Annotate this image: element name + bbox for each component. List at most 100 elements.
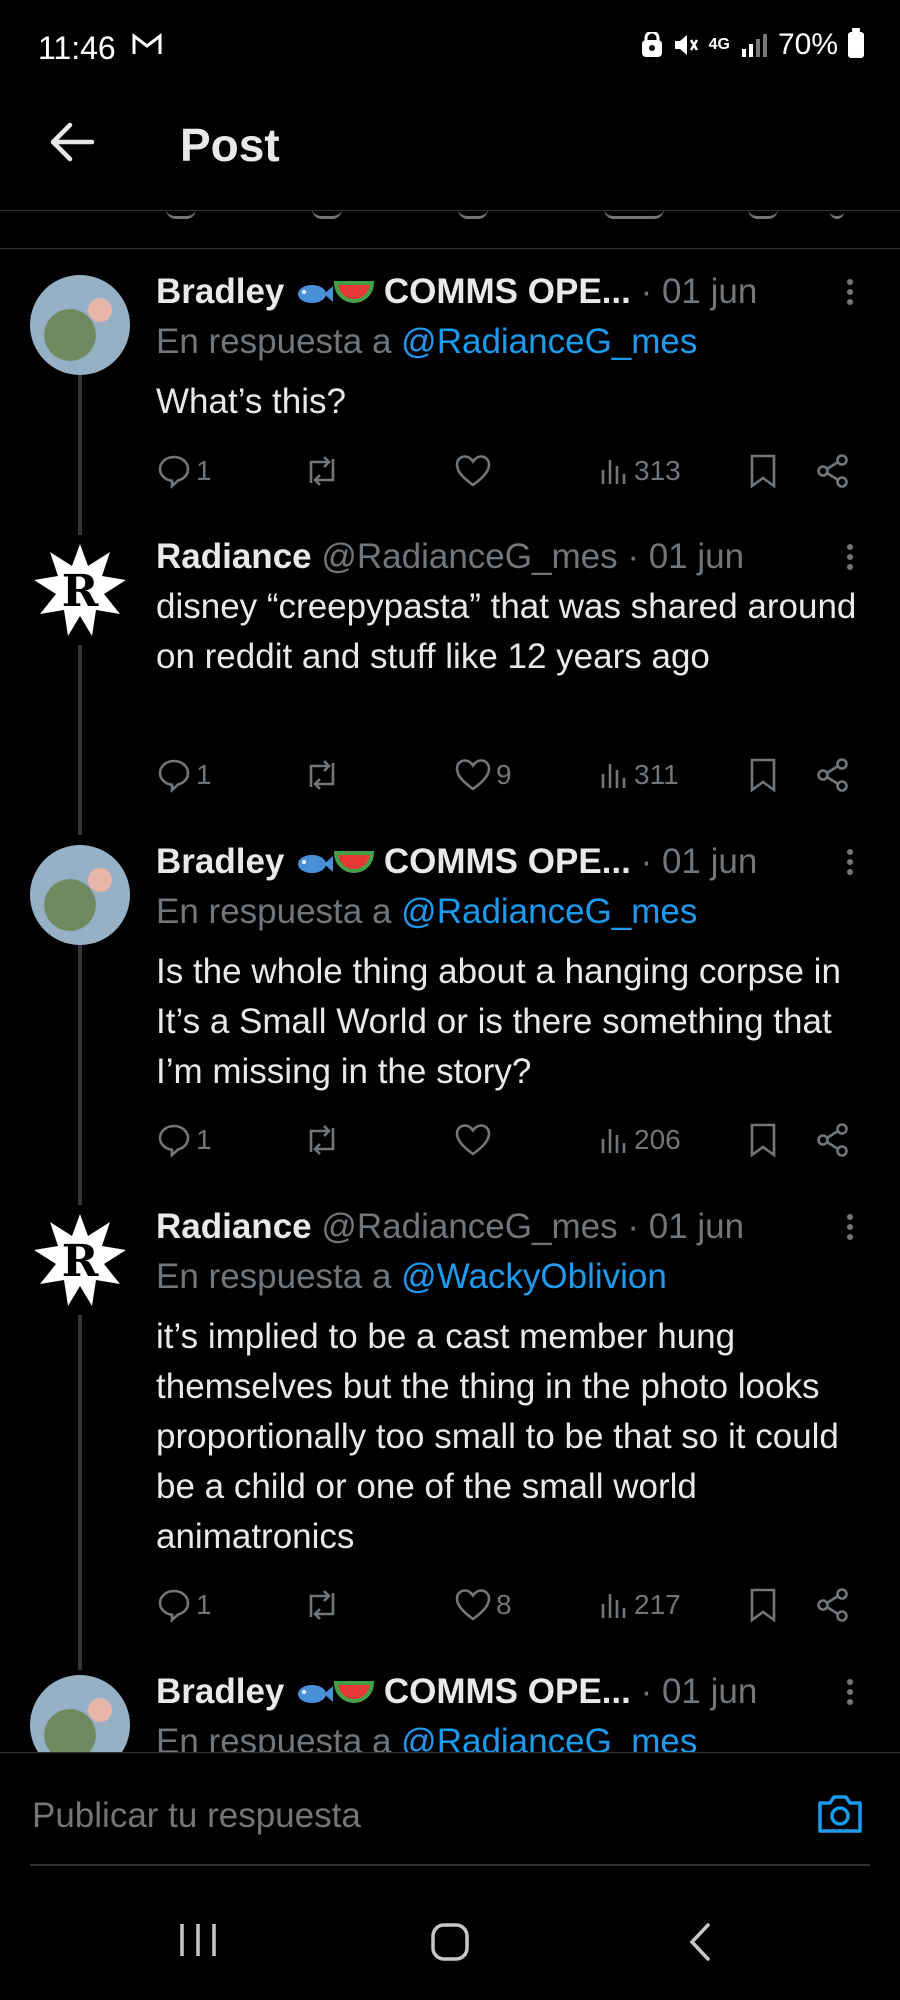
like-button[interactable] — [454, 448, 492, 494]
reply-button[interactable]: 1 — [156, 752, 212, 798]
tweet-actions: 1 9 311 — [156, 752, 856, 798]
author-name[interactable]: Bradley — [156, 842, 284, 881]
tweet-date: · 01 jun — [640, 842, 758, 881]
thread-connector — [78, 945, 82, 1205]
back-arrow-icon[interactable] — [42, 112, 102, 172]
back-nav-icon[interactable] — [686, 1922, 716, 1967]
retweet-icon — [309, 760, 335, 790]
status-time: 11:46 — [38, 30, 116, 66]
views-icon — [601, 460, 626, 484]
tweet-actions: 1 8 217 — [156, 1582, 856, 1628]
views-button[interactable]: 217 — [600, 1582, 681, 1628]
bookmark-button[interactable] — [748, 448, 778, 494]
bookmark-icon — [750, 758, 776, 793]
bookmark-icon — [750, 1588, 776, 1623]
page-title: Post — [180, 119, 280, 171]
reply-input[interactable] — [30, 1795, 485, 1837]
reply-context: En respuesta a @RadianceG_mes — [156, 892, 697, 932]
avatar[interactable]: R — [30, 1210, 130, 1310]
mention-link[interactable]: @WackyOblivion — [401, 1257, 667, 1296]
retweet-button[interactable] — [302, 448, 342, 494]
reply-icon — [158, 1589, 190, 1623]
share-button[interactable] — [816, 448, 850, 494]
views-button[interactable]: 206 — [600, 1117, 681, 1163]
bookmark-icon — [750, 454, 776, 489]
like-icon — [455, 1589, 491, 1621]
battery-percent: 70% — [777, 28, 838, 61]
author-suffix: COMMS OPE... — [383, 272, 631, 311]
share-icon — [817, 1588, 848, 1622]
author-name[interactable]: Bradley — [156, 272, 284, 311]
share-button[interactable] — [816, 1117, 850, 1163]
recents-icon[interactable] — [178, 1922, 218, 1963]
camera-icon[interactable] — [816, 1793, 864, 1840]
tweet-text: disney “creepypasta” that was shared aro… — [156, 587, 857, 676]
bookmark-button[interactable] — [748, 1117, 778, 1163]
views-button[interactable]: 313 — [600, 448, 681, 494]
author-line: Bradley COMMS OPE... · 01 jun — [156, 1672, 757, 1712]
retweet-button[interactable] — [302, 752, 342, 798]
author-name[interactable]: Bradley — [156, 1672, 284, 1711]
retweet-button[interactable] — [302, 1117, 342, 1163]
reply-context: En respuesta a @RadianceG_mes — [156, 322, 697, 362]
author-handle[interactable]: @RadianceG_mes — [321, 537, 617, 576]
reply-icon — [158, 759, 190, 793]
like-button[interactable] — [454, 1117, 492, 1163]
author-name[interactable]: Radiance — [156, 537, 312, 576]
bookmark-button[interactable] — [748, 1582, 778, 1628]
divider — [30, 1864, 870, 1866]
view-count: 206 — [634, 1124, 681, 1155]
views-icon — [601, 764, 626, 788]
author-handle[interactable]: @RadianceG_mes — [321, 1207, 617, 1246]
views-button[interactable]: 311 — [600, 752, 679, 798]
watermelon-emoji-icon — [334, 1680, 375, 1703]
watermelon-emoji-icon — [334, 280, 375, 303]
bookmark-button[interactable] — [748, 752, 778, 798]
share-button[interactable] — [816, 1582, 850, 1628]
avatar[interactable] — [30, 845, 130, 945]
author-suffix: COMMS OPE... — [383, 842, 631, 881]
like-button[interactable]: 9 — [454, 752, 512, 798]
author-line: Bradley COMMS OPE... · 01 jun — [156, 272, 757, 312]
more-icon[interactable] — [844, 1210, 856, 1250]
more-icon[interactable] — [844, 275, 856, 315]
reply-count: 1 — [196, 759, 212, 790]
fish-emoji-icon — [298, 854, 334, 873]
like-count: 9 — [496, 759, 512, 790]
mention-link[interactable]: @RadianceG_mes — [401, 1722, 697, 1752]
reply-button[interactable]: 1 — [156, 1582, 212, 1628]
more-icon[interactable] — [844, 540, 856, 580]
author-line: Bradley COMMS OPE... · 01 jun — [156, 842, 757, 882]
thread-connector — [78, 375, 82, 535]
svg-text:R: R — [62, 566, 99, 617]
reply-button[interactable]: 1 — [156, 1117, 212, 1163]
avatar[interactable] — [30, 1675, 130, 1752]
author-name[interactable]: Radiance — [156, 1207, 312, 1246]
more-icon[interactable] — [844, 1675, 856, 1715]
top-app-bar — [0, 100, 900, 211]
mention-link[interactable]: @RadianceG_mes — [401, 322, 697, 361]
avatar[interactable] — [30, 275, 130, 375]
reply-button[interactable]: 1 — [156, 448, 212, 494]
avatar[interactable]: R — [30, 540, 130, 640]
views-icon — [601, 1594, 626, 1618]
share-button[interactable] — [816, 752, 850, 798]
retweet-icon — [309, 1590, 335, 1620]
battery-icon — [848, 28, 864, 58]
like-count: 8 — [496, 1589, 512, 1620]
home-icon[interactable] — [430, 1922, 470, 1967]
like-button[interactable]: 8 — [454, 1582, 512, 1628]
reply-icon — [158, 1124, 190, 1158]
tweet-actions: 1 313 — [156, 448, 856, 494]
thread-connector — [78, 645, 82, 835]
retweet-button[interactable] — [302, 1582, 342, 1628]
view-count: 313 — [634, 455, 681, 486]
mention-link[interactable]: @RadianceG_mes — [401, 892, 697, 931]
share-icon — [817, 758, 848, 792]
retweet-icon — [309, 1125, 335, 1155]
fish-emoji-icon — [298, 1684, 334, 1703]
author-line: Radiance @RadianceG_mes · 01 jun — [156, 537, 744, 577]
tweet[interactable]: Bradley COMMS OPE... · 01 jun En respues… — [0, 1660, 900, 1752]
more-icon[interactable] — [844, 845, 856, 885]
views-icon — [601, 1129, 626, 1153]
